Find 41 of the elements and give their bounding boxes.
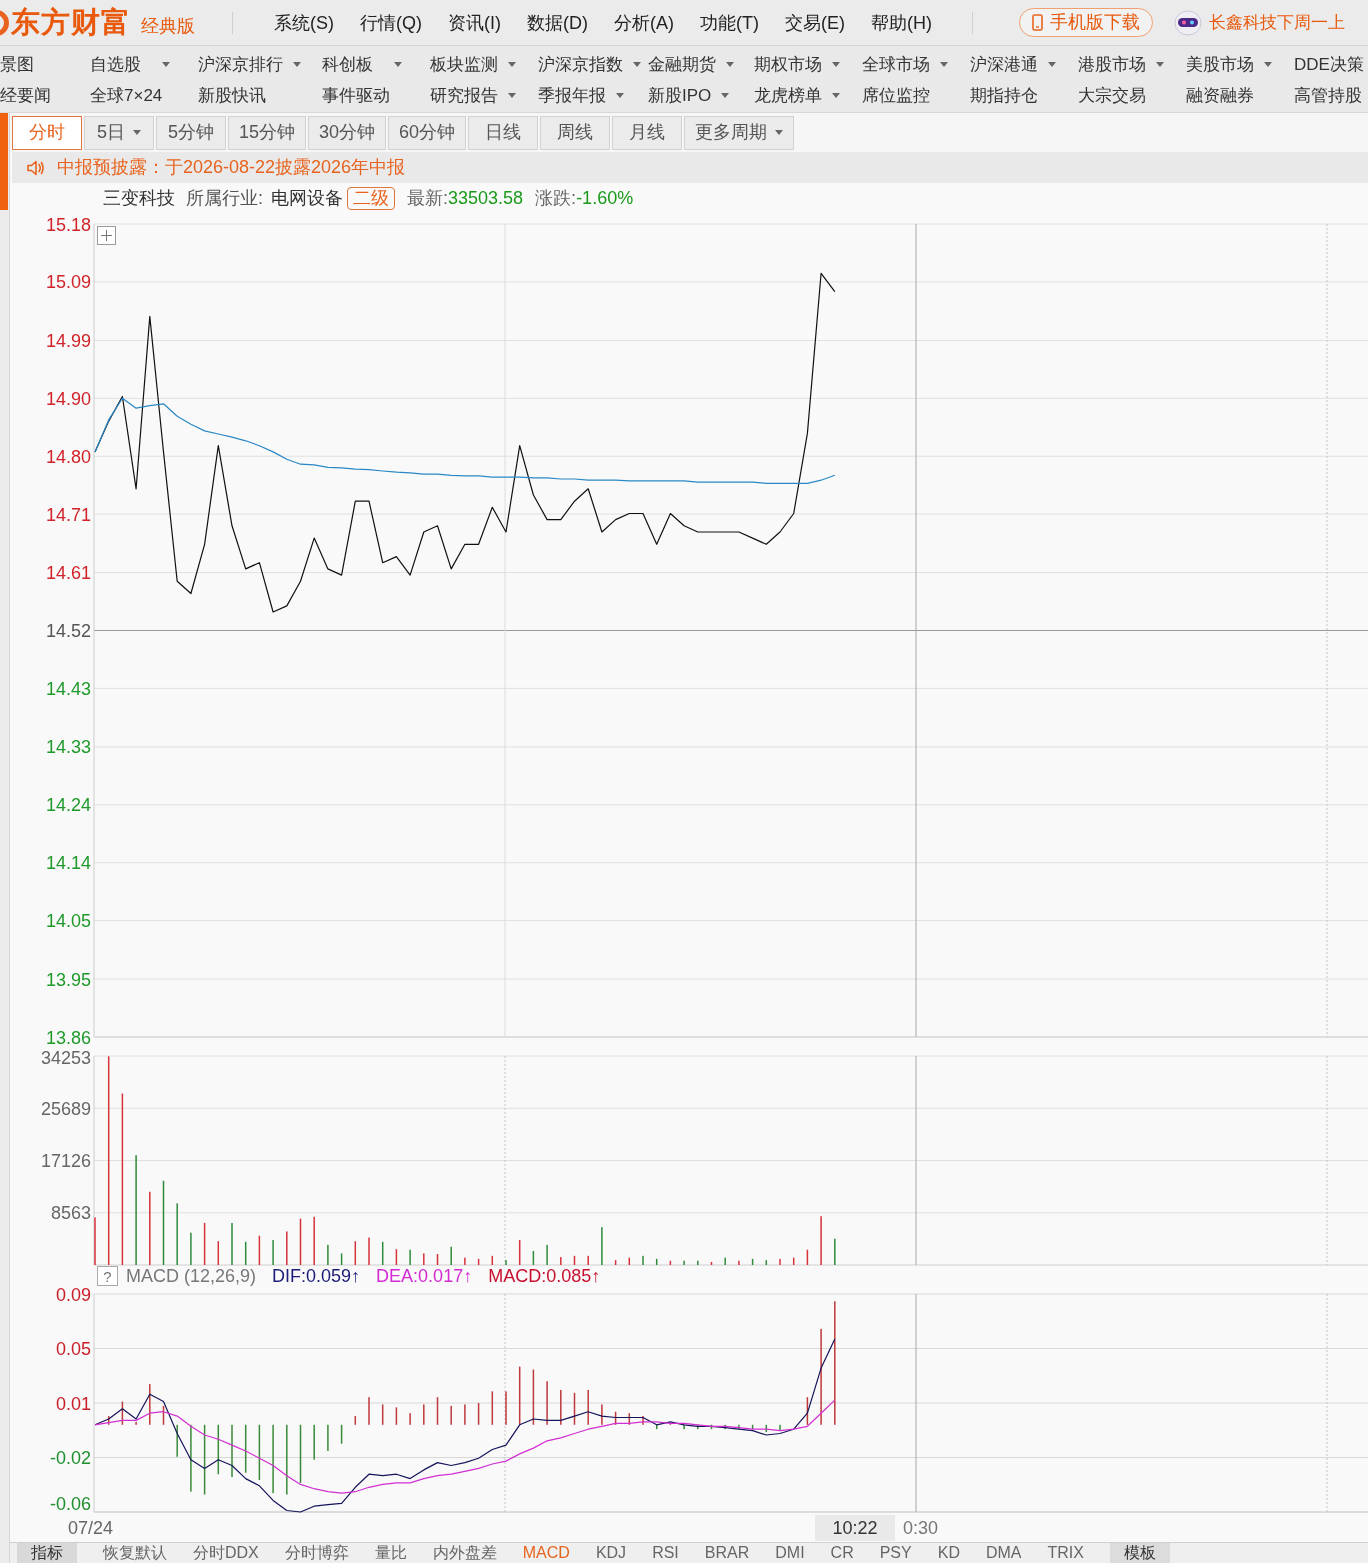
y-axis-label: -0.02	[49, 1448, 91, 1468]
x-axis-date: 07/24	[68, 1517, 114, 1538]
latest-label: 最新:	[407, 187, 449, 210]
y-axis-label: 14.05	[45, 911, 91, 932]
latest-price: 33503.58	[448, 187, 524, 210]
y-axis-label: 8563	[50, 1203, 91, 1224]
y-axis-label: 0.01	[55, 1393, 91, 1414]
indicator-label: 指标	[17, 1543, 77, 1563]
y-axis-label: 14.43	[45, 678, 91, 699]
y-axis-label: 14.52	[45, 621, 91, 641]
y-axis-label: 34253	[40, 1049, 91, 1068]
y-axis-label: 15.18	[45, 214, 91, 235]
edition-label: 经典版	[141, 15, 195, 38]
change-percent: -1.60%	[576, 187, 634, 210]
legend-value: DEA:0.017↑	[376, 1266, 473, 1286]
y-axis-label: 25689	[40, 1098, 91, 1119]
y-axis-label: 15.09	[45, 272, 91, 293]
y-axis-label: 14.14	[45, 853, 91, 874]
y-axis-label: 0.09	[55, 1286, 91, 1305]
y-axis-label: 14.99	[45, 330, 91, 351]
y-axis-label: 13.95	[45, 969, 91, 990]
y-axis-label: 14.80	[45, 446, 91, 467]
y-axis-label: 14.71	[45, 504, 91, 525]
x-axis-label: 0:30	[903, 1516, 939, 1540]
level-badge: 二级	[347, 187, 395, 210]
y-axis-label: 17126	[40, 1151, 91, 1171]
y-axis-label: 14.61	[45, 563, 91, 584]
stock-name: 三变科技	[103, 187, 175, 210]
legend-value: MACD:0.085↑	[488, 1266, 601, 1286]
legend-value: DIF:0.059↑	[272, 1266, 361, 1286]
cursor-time-label: 10:22	[815, 1515, 895, 1541]
change-label: 涨跌:	[535, 187, 577, 210]
y-axis-label: 14.24	[45, 795, 91, 816]
brand-name: 东方财富	[11, 8, 131, 37]
y-axis-label: -0.06	[49, 1494, 91, 1514]
y-axis-label: 13.86	[45, 1027, 91, 1048]
industry-label: 所属行业:	[186, 187, 263, 210]
y-axis-label: 14.33	[45, 737, 91, 758]
y-axis-label: 14.90	[45, 388, 91, 409]
indicator-title: MACD (12,26,9)	[126, 1266, 257, 1286]
y-axis-label: 0.05	[55, 1339, 91, 1359]
